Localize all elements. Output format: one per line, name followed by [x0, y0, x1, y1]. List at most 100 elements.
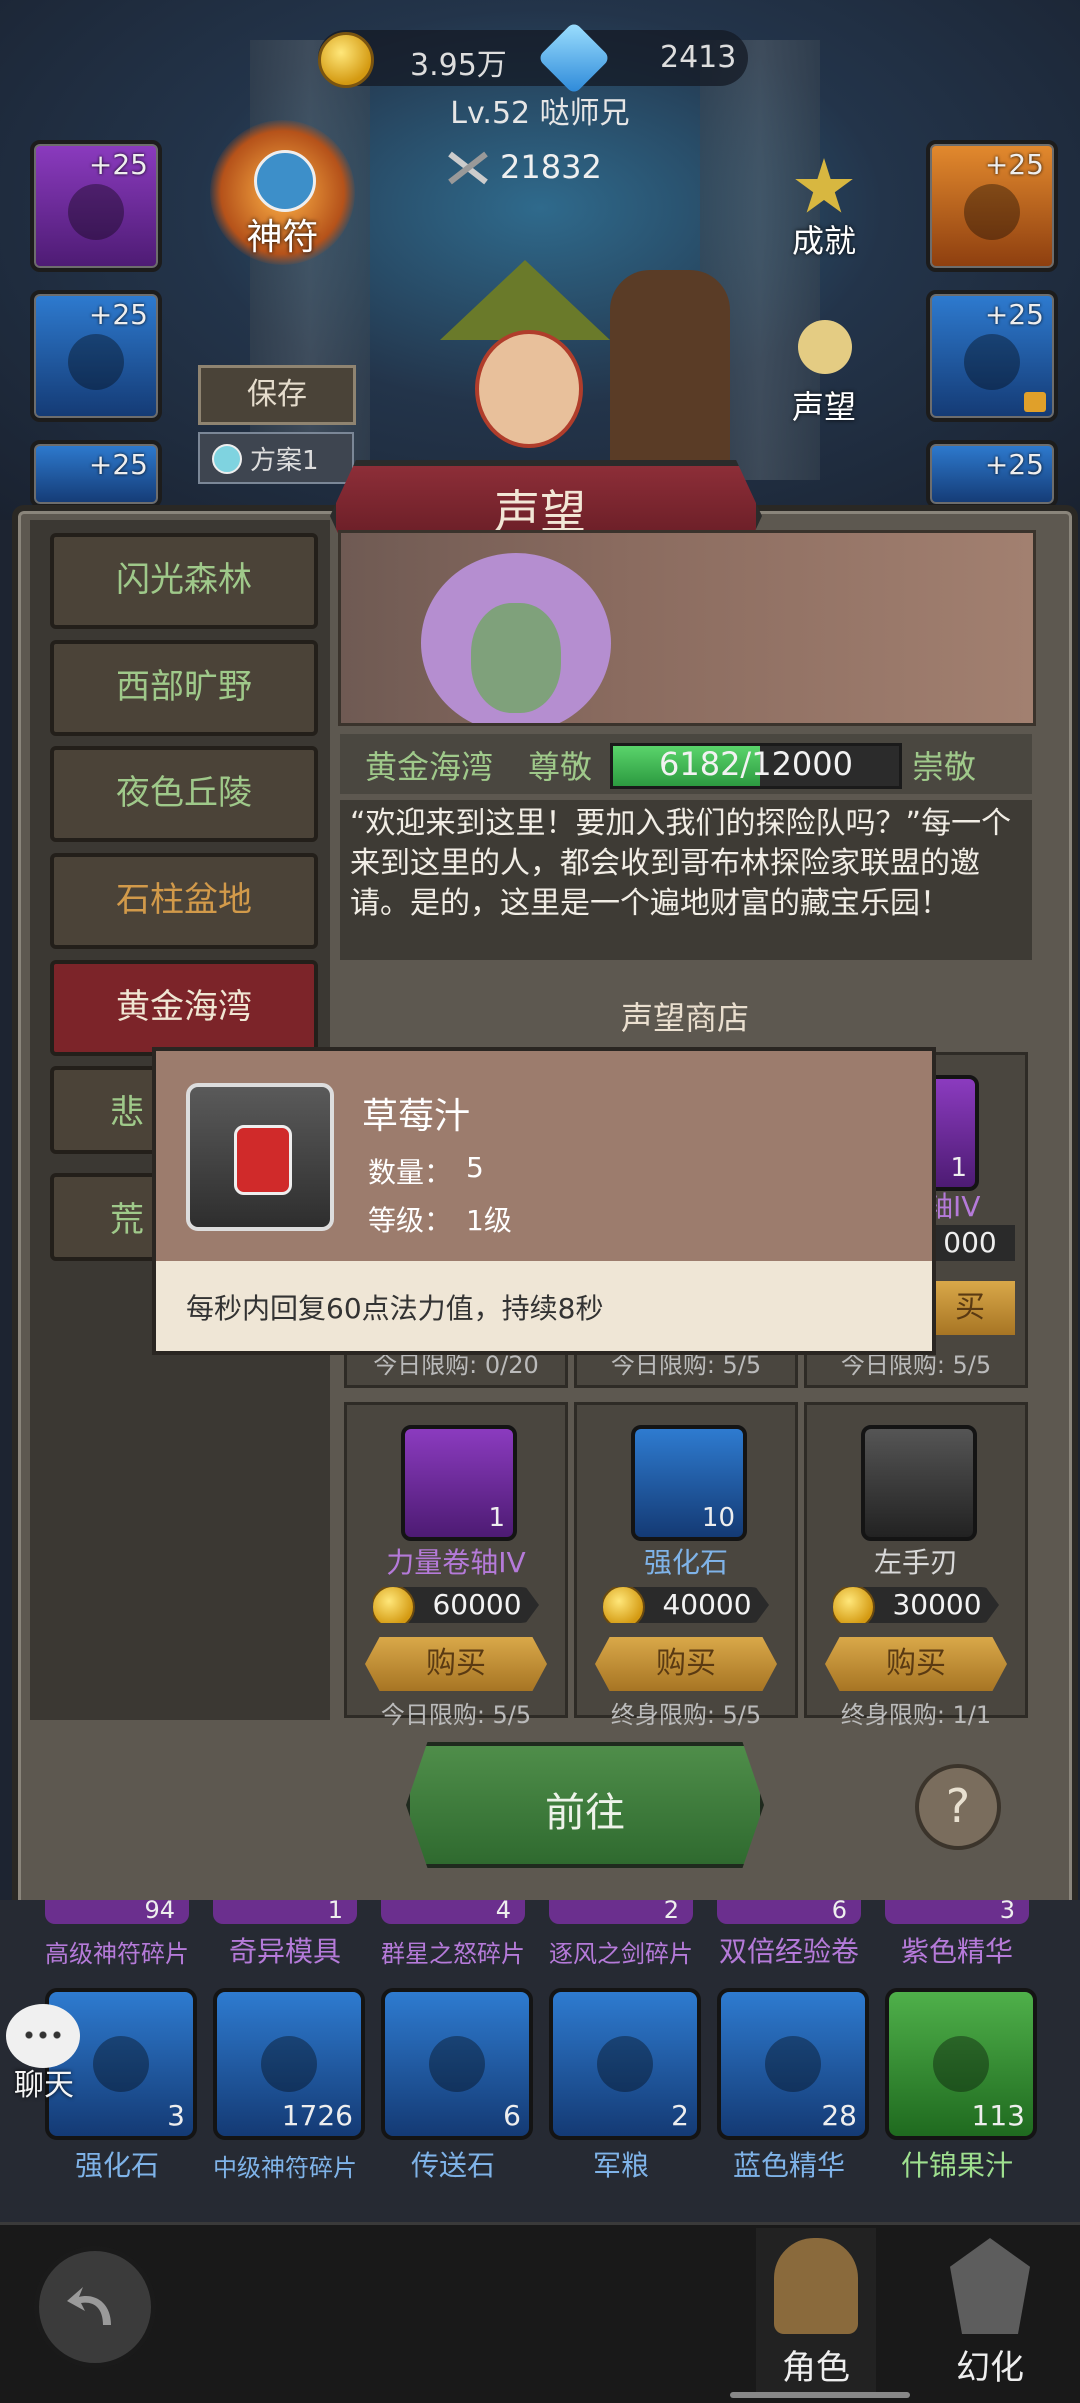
item-count: 2	[671, 2099, 689, 2132]
strawberry-juice-icon	[186, 1083, 334, 1231]
buy-button[interactable]: 购买	[365, 1637, 547, 1691]
quantity-value: 5	[466, 1151, 484, 1184]
equip-slot-armor[interactable]: +25	[30, 440, 162, 508]
back-button[interactable]	[34, 2246, 156, 2368]
inventory-slot[interactable]: 113	[885, 1988, 1037, 2140]
juice-jar-icon	[234, 1125, 292, 1195]
inventory-slot-partial[interactable]: 6	[717, 1896, 861, 1924]
help-button[interactable]: ?	[915, 1764, 1001, 1850]
item-count: 28	[821, 2099, 857, 2132]
reputation-button[interactable]: 声望	[780, 320, 868, 426]
chat-label: 聊天	[14, 2068, 74, 2103]
region-item-selected[interactable]: 黄金海湾	[50, 960, 318, 1056]
save-button[interactable]: 保存	[198, 365, 356, 425]
inventory-slot-partial[interactable]: 2	[549, 1896, 693, 1924]
inventory-slot[interactable]: 28	[717, 1988, 869, 2140]
goblin-face	[471, 603, 561, 713]
inventory-slot-partial[interactable]: 94	[45, 1896, 189, 1924]
horned-helmet-icon	[774, 2238, 858, 2334]
equip-slot-necklace[interactable]: +25	[30, 290, 162, 422]
item-count: 1	[950, 1153, 967, 1183]
purchase-limit: 终身限购: 5/5	[610, 1701, 762, 1729]
shoulder-armor-icon	[964, 334, 1020, 390]
achievement-label: 成就	[791, 222, 856, 260]
rune-button[interactable]: 神符	[210, 120, 355, 265]
radio-icon	[212, 444, 242, 474]
rune-label: 神符	[246, 217, 319, 258]
item-count: 6	[503, 2099, 521, 2132]
nav-transform[interactable]: 幻化	[930, 2228, 1050, 2398]
level-label: 等级：	[368, 1204, 453, 1237]
region-item[interactable]: 西部旷野	[50, 640, 318, 736]
faction-name: 黄金海湾	[365, 748, 494, 786]
home-indicator	[730, 2392, 910, 2398]
inventory-label: 群星之怒碎片	[381, 1940, 525, 1968]
inventory-label: 逐风之剑碎片	[549, 1940, 693, 1968]
inventory-slot-partial[interactable]: 3	[885, 1896, 1029, 1924]
ration-bag-icon	[597, 2036, 653, 2092]
nav-character[interactable]: 角色	[756, 2228, 876, 2398]
item-icon-offhand-blade	[861, 1425, 977, 1541]
inventory-label: 强化石	[74, 2149, 159, 2182]
buy-button[interactable]: 购买	[825, 1637, 1007, 1691]
inventory-slot-partial[interactable]: 1	[213, 1896, 357, 1924]
item-price-partial: 000	[925, 1225, 1015, 1261]
nav-character-label: 角色	[782, 2348, 850, 2388]
go-button[interactable]: 前往	[406, 1742, 764, 1868]
quantity-label: 数量：	[368, 1156, 453, 1189]
lock-icon	[1024, 392, 1046, 412]
item-price: 40000	[603, 1587, 769, 1623]
slot-level: +25	[984, 298, 1044, 331]
reputation-label: 声望	[791, 388, 856, 426]
item-count: 2	[663, 1896, 679, 1924]
slot-level: +25	[88, 448, 148, 481]
equip-slot-weapon[interactable]: +25	[926, 140, 1058, 272]
achievement-button[interactable]: 成就	[780, 158, 868, 260]
equip-slot-shoulder[interactable]: +25	[926, 290, 1058, 422]
rune-icon	[254, 150, 316, 212]
faction-illustration	[338, 530, 1036, 726]
item-price: 60000	[373, 1587, 539, 1623]
tooltip-item-name: 草莓汁	[362, 1096, 471, 1137]
item-icon-strength-scroll: 1	[401, 1425, 517, 1541]
inventory-slot-partial[interactable]: 4	[381, 1896, 525, 1924]
inventory-label: 中级神符碎片	[213, 2154, 357, 2182]
equip-slot-boots[interactable]: +25	[926, 440, 1058, 508]
inventory-slot[interactable]: 6	[381, 1988, 533, 2140]
chat-button[interactable]	[6, 2004, 80, 2068]
item-name: 强化石	[643, 1546, 728, 1579]
rune-fragment-icon	[261, 2036, 317, 2092]
price-value: 40000	[662, 1588, 752, 1621]
crossed-swords-icon	[446, 150, 492, 186]
inventory-label: 什锦果汁	[900, 2149, 1013, 2182]
slot-level: +25	[88, 148, 148, 181]
item-count: 94	[144, 1896, 175, 1924]
blue-essence-icon	[765, 2036, 821, 2092]
slot-level: +25	[984, 148, 1044, 181]
faction-description: “欢迎来到这里！要加入我们的探险队吗？”每一个来到这里的人，都会收到哥布林探险家…	[340, 800, 1032, 960]
item-count: 4	[495, 1896, 511, 1924]
chat-bubble-icon	[22, 2030, 64, 2040]
helmet-icon	[68, 184, 124, 240]
plan1-label: 方案1	[250, 446, 319, 476]
handshake-icon	[798, 320, 852, 374]
item-tooltip: 草莓汁 数量： 5 等级： 1级 每秒内回复60点法力值，持续8秒	[152, 1047, 936, 1355]
inventory-slot[interactable]: 2	[549, 1988, 701, 2140]
region-item[interactable]: 夜色丘陵	[50, 746, 318, 842]
player-level-name: Lv.52 哒师兄	[450, 96, 630, 131]
go-button-label: 前往	[545, 1790, 625, 1836]
buy-button[interactable]: 买	[925, 1281, 1015, 1335]
inventory-slot[interactable]: 1726	[213, 1988, 365, 2140]
combat-power: 21832	[500, 148, 602, 186]
buy-button[interactable]: 购买	[595, 1637, 777, 1691]
inventory-label: 高级神符碎片	[45, 1940, 189, 1968]
enhance-stone-icon	[93, 2036, 149, 2092]
region-item[interactable]: 闪光森林	[50, 533, 318, 629]
equip-slot-helmet[interactable]: +25	[30, 140, 162, 272]
shop-title: 声望商店	[620, 999, 749, 1037]
inventory-label: 蓝色精华	[732, 2149, 845, 2182]
item-price: 30000	[833, 1587, 999, 1623]
bottom-navbar	[0, 2222, 1080, 2403]
region-item[interactable]: 石柱盆地	[50, 853, 318, 949]
item-count: 3	[167, 2099, 185, 2132]
